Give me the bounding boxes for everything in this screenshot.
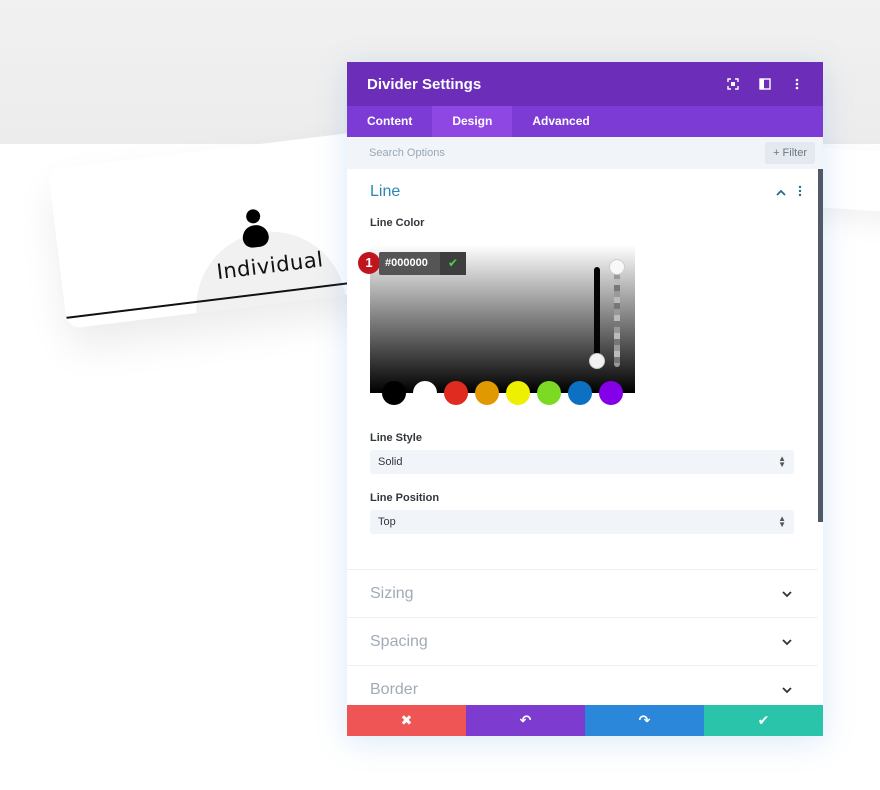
color-picker: 1 #000000 ✔ xyxy=(358,245,635,405)
spacing-section[interactable]: Spacing xyxy=(347,617,818,665)
line-position-value: Top xyxy=(378,516,396,528)
tab-content[interactable]: Content xyxy=(347,106,432,137)
color-swatches xyxy=(370,381,623,405)
opacity-slider[interactable] xyxy=(614,267,620,367)
line-section-header[interactable]: Line xyxy=(347,169,818,201)
chevron-up-icon[interactable] xyxy=(776,185,786,199)
line-style-label: Line Style xyxy=(370,432,422,444)
redo-button[interactable]: ↷ xyxy=(585,705,704,736)
undo-button[interactable]: ↶ xyxy=(466,705,585,736)
chevron-down-icon[interactable] xyxy=(782,587,792,601)
border-section[interactable]: Border xyxy=(347,665,818,705)
chevron-down-icon[interactable] xyxy=(782,635,792,649)
sizing-section[interactable]: Sizing xyxy=(347,569,818,617)
focus-icon[interactable] xyxy=(727,78,739,90)
divider-settings-modal: Divider Settings Content Design Advanced… xyxy=(347,62,823,736)
pricing-card-preview[interactable]: Individual xyxy=(48,129,396,329)
split-view-icon[interactable] xyxy=(759,78,771,90)
save-button[interactable]: ✔ xyxy=(704,705,823,736)
hue-slider-handle[interactable] xyxy=(589,353,605,369)
more-vertical-icon[interactable] xyxy=(791,78,803,90)
color-swatch[interactable] xyxy=(413,381,437,405)
modal-header: Divider Settings xyxy=(347,62,823,106)
tab-advanced[interactable]: Advanced xyxy=(512,106,609,137)
chevron-down-icon[interactable] xyxy=(782,683,792,697)
undo-icon: ↶ xyxy=(519,712,532,728)
modal-footer: ✖ ↶ ↷ ✔ xyxy=(347,705,823,736)
color-swatch[interactable] xyxy=(382,381,406,405)
hue-slider[interactable] xyxy=(594,267,600,362)
line-color-label: Line Color xyxy=(370,217,425,229)
select-arrows-icon: ▲ ▼ xyxy=(778,454,786,469)
color-swatch[interactable] xyxy=(599,381,623,405)
section-menu-icon[interactable] xyxy=(798,185,802,200)
filter-button[interactable]: + Filter xyxy=(765,142,815,164)
person-icon xyxy=(239,208,270,251)
page: Individual Divider Settings Content Desi… xyxy=(0,0,880,790)
checkmark-icon: ✔ xyxy=(757,712,770,728)
color-swatch[interactable] xyxy=(506,381,530,405)
color-swatch[interactable] xyxy=(444,381,468,405)
checkmark-icon[interactable]: ✔ xyxy=(440,252,466,275)
close-icon: ✖ xyxy=(400,712,413,728)
sizing-title: Sizing xyxy=(370,584,414,602)
color-swatch[interactable] xyxy=(568,381,592,405)
search-input[interactable]: Search Options xyxy=(369,147,445,159)
line-position-label: Line Position xyxy=(370,492,440,504)
step-badge: 1 xyxy=(358,252,380,274)
color-swatch[interactable] xyxy=(537,381,561,405)
line-style-select[interactable]: Solid ▲ ▼ xyxy=(370,450,794,474)
line-position-select[interactable]: Top ▲ ▼ xyxy=(370,510,794,534)
tab-bar: Content Design Advanced xyxy=(347,106,823,137)
opacity-slider-handle[interactable] xyxy=(609,259,625,275)
redo-icon: ↷ xyxy=(638,712,651,728)
spacing-title: Spacing xyxy=(370,632,428,650)
settings-body: Line Line Color 1 #000000 ✔ Line Style S… xyxy=(347,169,818,705)
hex-input-box: #000000 ✔ xyxy=(379,252,466,275)
tab-design[interactable]: Design xyxy=(432,106,513,137)
hex-input[interactable]: #000000 xyxy=(379,252,440,275)
border-title: Border xyxy=(370,680,419,698)
select-arrows-icon: ▲ ▼ xyxy=(778,514,786,529)
line-section-title: Line xyxy=(370,183,401,200)
color-swatch[interactable] xyxy=(475,381,499,405)
scrollbar[interactable] xyxy=(818,169,823,522)
cancel-button[interactable]: ✖ xyxy=(347,705,466,736)
search-bar: Search Options + Filter xyxy=(347,137,823,169)
modal-title: Divider Settings xyxy=(367,75,482,93)
line-style-value: Solid xyxy=(378,456,403,468)
